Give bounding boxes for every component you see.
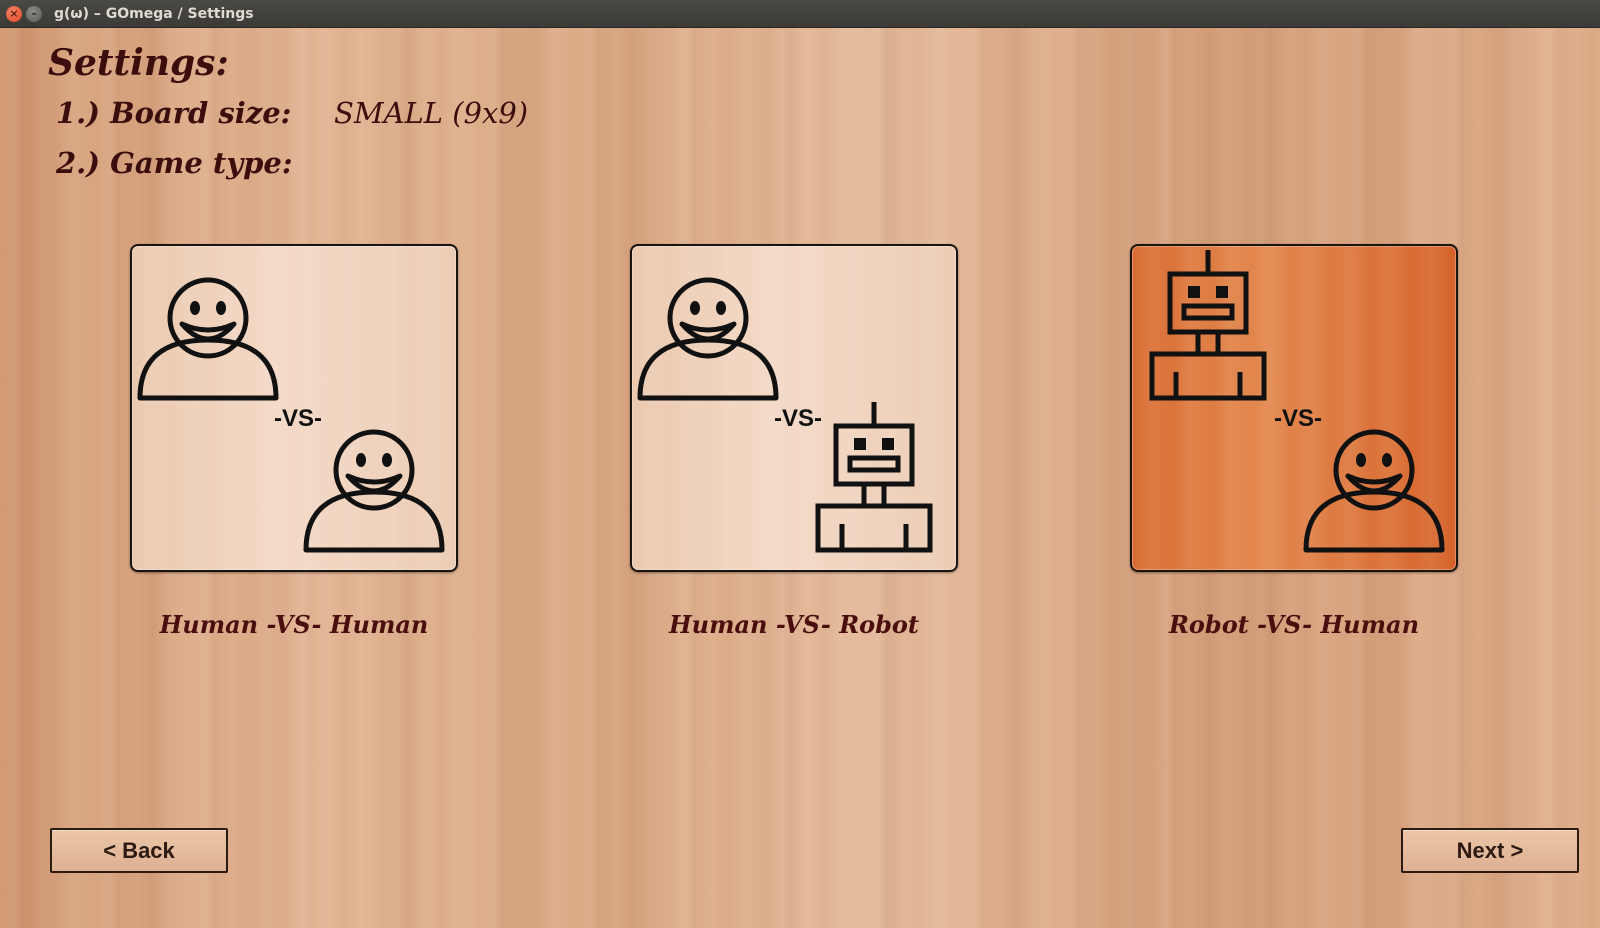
settings-title: Settings: (48, 42, 229, 84)
game-type-label-robot-vs-human: Robot -VS- Human (1168, 610, 1420, 639)
vs-text: -VS- (1274, 405, 1322, 432)
back-button[interactable]: < Back (50, 828, 228, 873)
robot-icon (1149, 250, 1267, 401)
game-type-label-human-vs-robot: Human -VS- Robot (668, 610, 920, 639)
board-size-label: 1.) Board size: (56, 96, 292, 130)
next-button[interactable]: Next > (1401, 828, 1579, 873)
game-type-human-vs-human[interactable]: -VS- (130, 244, 458, 572)
settings-panel: Settings: 1.) Board size: SMALL (9x9) 2.… (0, 28, 1600, 928)
window-title: g(ω) – GOmega / Settings (54, 6, 254, 22)
board-size-value[interactable]: SMALL (9x9) (334, 96, 528, 130)
game-type-human-vs-robot[interactable]: -VS- (630, 244, 958, 572)
game-type-label-human-vs-human: Human -VS- Human (159, 610, 429, 639)
game-type-label: 2.) Game type: (56, 146, 293, 180)
robot-icon (815, 402, 933, 553)
human-icon (303, 429, 445, 553)
title-bar: × – g(ω) – GOmega / Settings (0, 0, 1600, 28)
minimize-icon[interactable]: – (26, 6, 42, 22)
human-vs-human-illustration: -VS- (137, 277, 445, 553)
close-icon[interactable]: × (6, 6, 22, 22)
game-type-robot-vs-human[interactable]: -VS- (1130, 244, 1458, 572)
human-icon (1303, 429, 1445, 553)
vs-text: -VS- (274, 405, 322, 432)
human-icon (637, 277, 779, 401)
vs-text: -VS- (774, 405, 822, 432)
robot-vs-human-illustration: -VS- (1149, 250, 1445, 553)
human-icon (137, 277, 279, 401)
human-vs-robot-illustration: -VS- (637, 277, 933, 553)
